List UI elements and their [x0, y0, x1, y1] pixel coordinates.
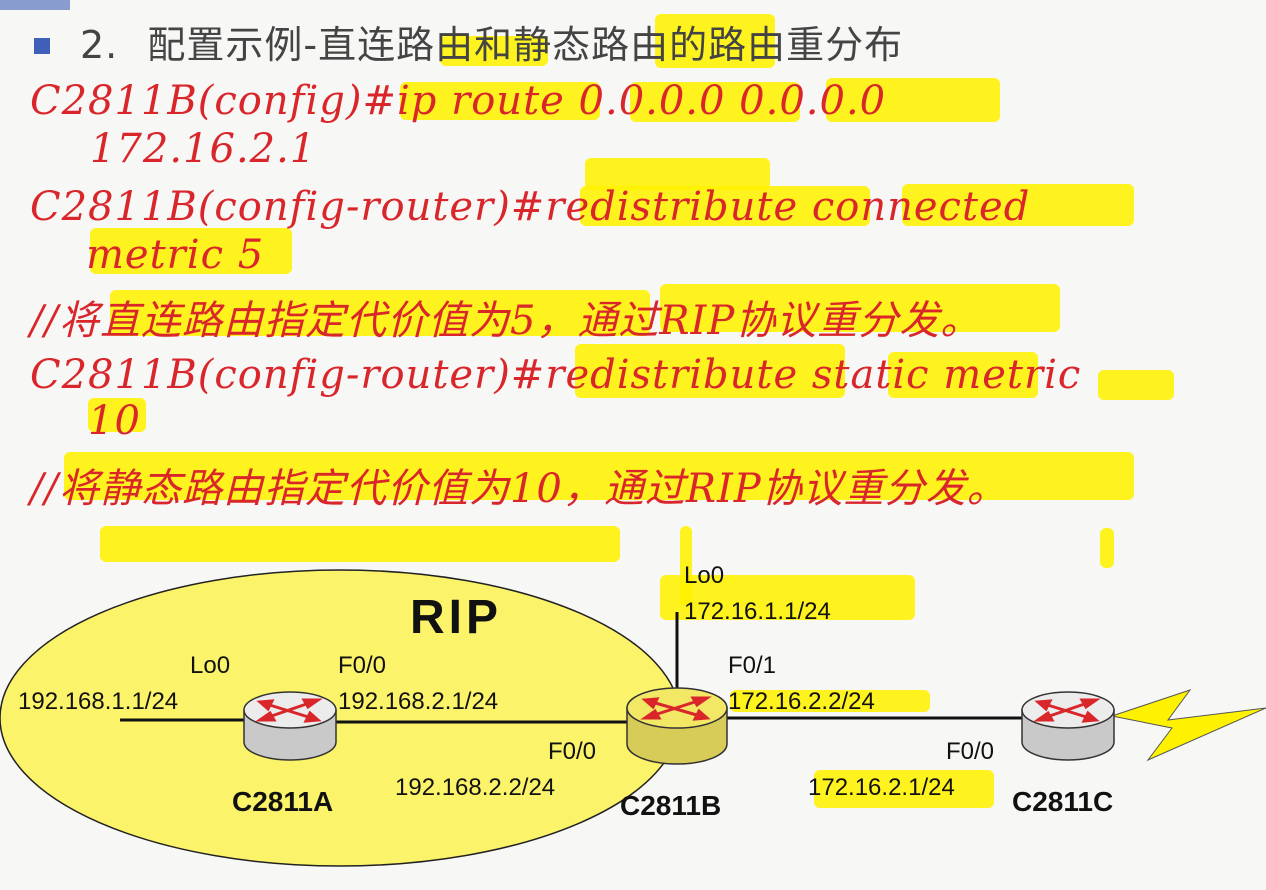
c2811b-f00-name: F0/0 [548, 738, 597, 765]
c2811b-f00-ip: 192.168.2.2/24 [395, 774, 556, 801]
c2811a-lo0-ip: 192.168.1.1/24 [18, 688, 179, 715]
c2811a-f00-name: F0/0 [338, 652, 387, 679]
c2811a-lo0-name: Lo0 [190, 652, 231, 679]
router-c2811c-icon [1021, 691, 1115, 761]
router-c2811b-icon [626, 687, 728, 765]
c2811c-f00-name: F0/0 [946, 738, 995, 765]
serial-link-bolt [1110, 689, 1266, 762]
router-name-c2811a: C2811A [232, 786, 334, 817]
c2811c-f00-ip: 172.16.2.1/24 [808, 774, 955, 801]
network-diagram [0, 569, 1266, 867]
rip-area [0, 569, 681, 867]
c2811a-f00-ip: 192.168.2.1/24 [338, 688, 499, 715]
router-name-c2811c: C2811C [1012, 786, 1114, 817]
c2811b-f01-name: F0/1 [728, 652, 777, 679]
rip-area-label: RIP [410, 591, 503, 644]
router-name-c2811b: C2811B [620, 790, 722, 821]
c2811b-lo0-ip: 172.16.1.1/24 [684, 598, 831, 625]
router-c2811a-icon [243, 691, 337, 761]
c2811b-f01-ip: 172.16.2.2/24 [728, 688, 875, 715]
c2811b-lo0-name: Lo0 [684, 562, 725, 589]
